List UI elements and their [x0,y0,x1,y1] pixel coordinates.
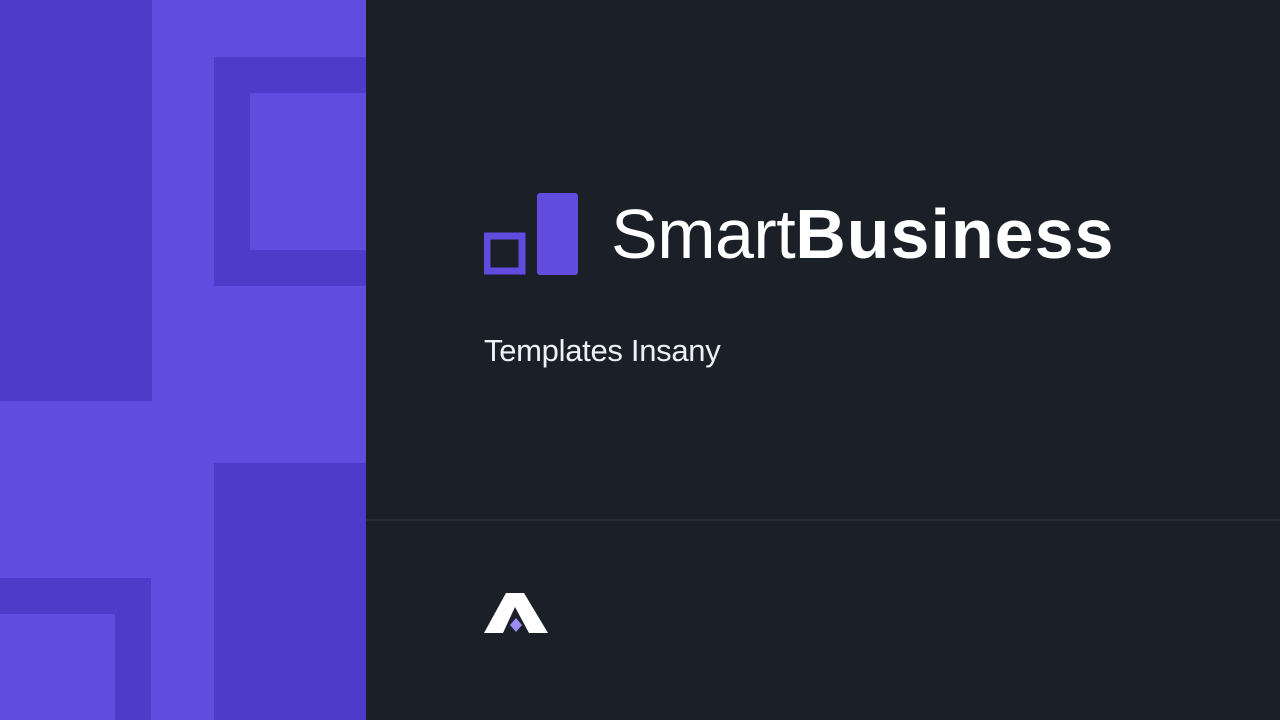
bar-chart-logo-icon [484,193,578,275]
brand-title-light: Smart [611,195,796,273]
decor-frame-top-inner [250,93,366,250]
brand-title: SmartBusiness [611,195,1114,273]
brand-subtitle: Templates Insany [484,333,721,368]
decor-block-bottom-right [214,463,366,720]
triangle-a-logo-icon [484,593,548,633]
brand-title-bold: Business [795,195,1115,273]
section-divider [366,519,1280,521]
decor-frame-bottom-left-inner [0,614,115,720]
decor-block-top-left [0,0,152,401]
decorative-side-panel [0,0,366,720]
